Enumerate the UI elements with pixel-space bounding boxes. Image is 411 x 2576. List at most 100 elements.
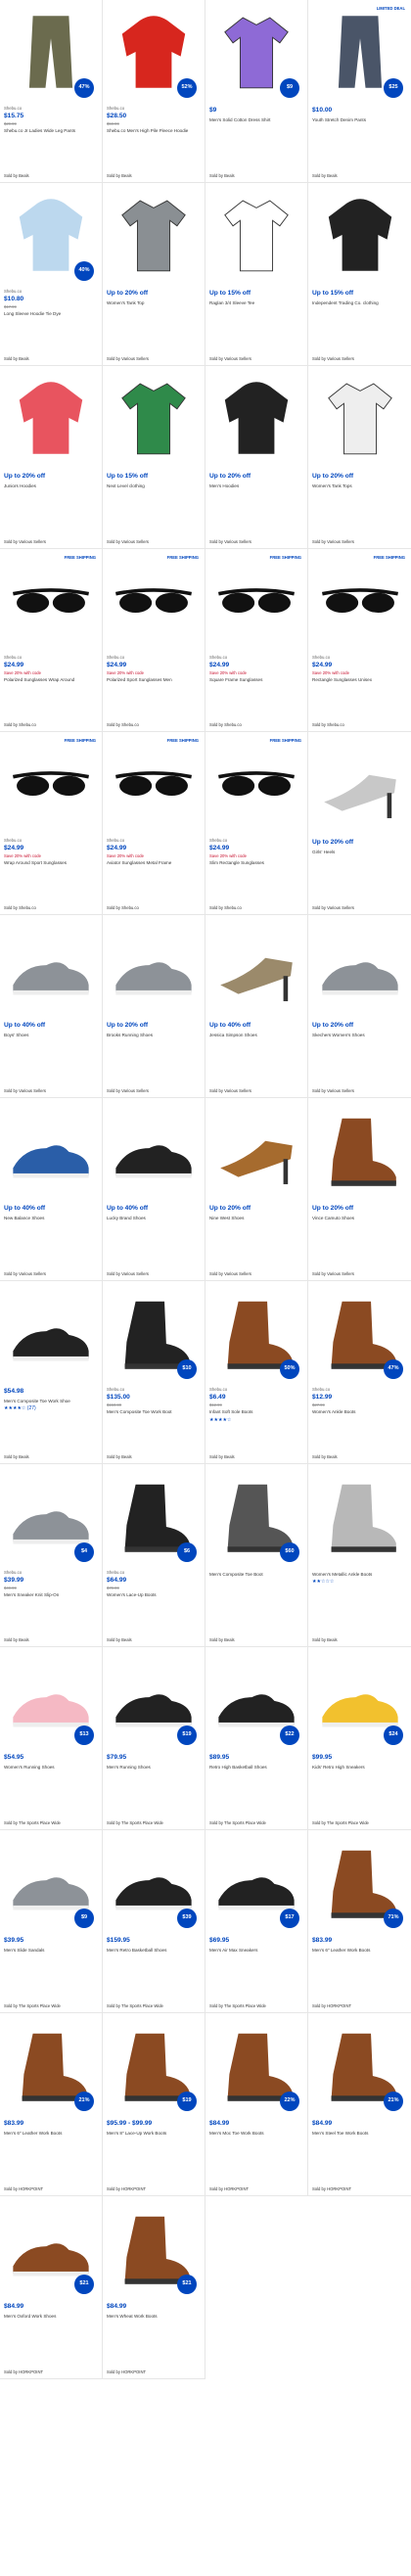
product-title[interactable]: Nine West Shoes [209, 1216, 303, 1221]
product-image[interactable]: 52% [107, 4, 201, 100]
product-image[interactable]: FREE SHIPPING [312, 553, 407, 649]
product-image[interactable]: $39 [107, 1834, 201, 1930]
product-title[interactable]: Men's Moc Toe Work Boots [209, 2131, 303, 2137]
product-image[interactable]: $17 [209, 1834, 303, 1930]
product-title[interactable]: Men's 6" Leather Work Boots [312, 1948, 407, 1954]
product-title[interactable]: Men's Retro Basketball Shoes [107, 1948, 201, 1954]
product-title[interactable]: Women's Tank Top [107, 300, 201, 306]
product-image[interactable] [312, 1102, 407, 1198]
product-card[interactable]: 22% $84.99 Men's Moc Toe Work Boots Sold… [206, 2013, 308, 2196]
product-card[interactable]: Up to 20% off Nine West Shoes Sold by Va… [206, 1098, 308, 1281]
product-title[interactable]: Men's Sneaker Knit Slip-On [4, 1592, 98, 1598]
product-card[interactable]: FREE SHIPPING Shebu.co $24.99 Save 20% w… [103, 732, 206, 915]
product-title[interactable]: Lucky Brand Shoes [107, 1216, 201, 1221]
product-card[interactable]: $10 Shebu.co $135.00 $159.99 Men's Compo… [103, 1281, 206, 1464]
product-title[interactable]: Shebu.co Men's High Pile Fleece Hoodie [107, 128, 201, 134]
product-image[interactable]: $13 [4, 1651, 98, 1747]
product-card[interactable]: Up to 20% off Men's Hoodies Sold by Vari… [206, 366, 308, 549]
product-card[interactable]: $25 LIMITED DEAL $10.00 Youth Stretch De… [308, 0, 411, 183]
product-card[interactable]: $22 $89.95 Retro High Basketball Shoes S… [206, 1647, 308, 1830]
product-image[interactable] [209, 919, 303, 1015]
product-image[interactable]: $24 [312, 1651, 407, 1747]
product-card[interactable]: $19 $79.95 Men's Running Shoes Sold by T… [103, 1647, 206, 1830]
product-card[interactable]: Up to 20% off Vince Camuto Shoes Sold by… [308, 1098, 411, 1281]
product-title[interactable]: Next Level clothing [107, 483, 201, 489]
product-card[interactable]: 21% $83.99 Men's 6" Leather Work Boots S… [0, 2013, 103, 2196]
product-image[interactable] [107, 370, 201, 466]
product-title[interactable]: Shebu.co Jr Ladies Wide Leg Pants [4, 128, 98, 134]
product-image[interactable]: $21 [4, 2200, 98, 2296]
product-title[interactable]: Skechers Women's Shoes [312, 1033, 407, 1038]
product-image[interactable] [107, 187, 201, 283]
product-card[interactable]: FREE SHIPPING Shebu.co $24.99 Save 20% w… [308, 549, 411, 732]
product-card[interactable]: 21% $84.99 Men's Steel Toe Work Boots So… [308, 2013, 411, 2196]
product-image[interactable] [209, 370, 303, 466]
product-title[interactable]: Wrap Around Sport Sunglasses [4, 860, 98, 866]
product-card[interactable]: Up to 15% off Independent Trading Co. cl… [308, 183, 411, 366]
product-title[interactable]: Women's Lace-Up Boots [107, 1592, 201, 1598]
product-title[interactable]: Infant Soft Sole Boots [209, 1409, 303, 1415]
product-image[interactable]: $19 [107, 1651, 201, 1747]
product-card[interactable]: 71% $83.99 Men's 6" Leather Work Boots S… [308, 1830, 411, 2013]
product-title[interactable]: Men's 8" Lace-Up Work Boots [107, 2131, 201, 2137]
product-image[interactable]: FREE SHIPPING [107, 736, 201, 832]
product-card[interactable]: Up to 15% off Next Level clothing Sold b… [103, 366, 206, 549]
product-card[interactable]: $17 $69.95 Men's Air Max Sneakers Sold b… [206, 1830, 308, 2013]
product-image[interactable]: $6 [107, 1468, 201, 1564]
product-title[interactable]: Men's Running Shoes [107, 1765, 201, 1771]
product-image[interactable]: $9 [209, 4, 303, 100]
product-image[interactable] [312, 370, 407, 466]
product-title[interactable]: Kids' Retro High Sneakers [312, 1765, 407, 1771]
product-card[interactable]: FREE SHIPPING Shebu.co $24.99 Save 20% w… [0, 732, 103, 915]
product-card[interactable]: 50% Shebu.co $6.49 $12.99 Infant Soft So… [206, 1281, 308, 1464]
product-title[interactable]: Raglan 3/4 Sleeve Tee [209, 300, 303, 306]
product-image[interactable] [209, 1102, 303, 1198]
product-title[interactable]: Women's Ankle Boots [312, 1409, 407, 1415]
product-title[interactable]: Polarized Sport Sunglasses Men [107, 677, 201, 683]
product-title[interactable]: Men's Solid Cotton Dress Shirt [209, 117, 303, 123]
product-title[interactable]: Men's Composite Toe Work Boot [107, 1409, 201, 1415]
product-title[interactable]: Men's Oxford Work Shoes [4, 2314, 98, 2320]
product-image[interactable] [4, 919, 98, 1015]
product-card[interactable]: 47% Shebu.co $12.99 $27.99 Women's Ankle… [308, 1281, 411, 1464]
product-title[interactable]: Women's Metallic Ankle Boots [312, 1572, 407, 1578]
product-title[interactable]: Men's Composite Toe Work Shoe [4, 1399, 98, 1404]
product-title[interactable]: Men's Slide Sandals [4, 1948, 98, 1954]
product-image[interactable]: $9 [4, 1834, 98, 1930]
product-title[interactable]: Men's Composite Toe Boot [209, 1572, 303, 1578]
product-card[interactable]: Up to 40% off Jessica Simpson Shoes Sold… [206, 915, 308, 1098]
product-card[interactable]: FREE SHIPPING Shebu.co $24.99 Save 20% w… [103, 549, 206, 732]
product-title[interactable]: Women's Tank Tops [312, 483, 407, 489]
product-image[interactable]: $19 [107, 2017, 201, 2113]
product-image[interactable]: 71% [312, 1834, 407, 1930]
product-title[interactable]: Retro High Basketball Shoes [209, 1765, 303, 1771]
product-card[interactable]: FREE SHIPPING Shebu.co $24.99 Save 20% w… [206, 732, 308, 915]
product-title[interactable]: Women's Running Shoes [4, 1765, 98, 1771]
product-card[interactable]: $6 Shebu.co $64.99 $79.99 Women's Lace-U… [103, 1464, 206, 1647]
product-title[interactable]: Men's Steel Toe Work Boots [312, 2131, 407, 2137]
product-image[interactable] [312, 1468, 407, 1564]
product-title[interactable]: Vince Camuto Shoes [312, 1216, 407, 1221]
product-image[interactable]: $22 [209, 1651, 303, 1747]
product-card[interactable]: $21 $84.99 Men's Oxford Work Shoes Sold … [0, 2196, 103, 2379]
product-card[interactable]: $60 Men's Composite Toe Boot Sold by Bea… [206, 1464, 308, 1647]
product-card[interactable]: 52% Shebu.co $28.50 $59.99 Shebu.co Men'… [103, 0, 206, 183]
product-image[interactable]: 22% [209, 2017, 303, 2113]
product-image[interactable] [209, 187, 303, 283]
product-card[interactable]: $21 $84.99 Men's Wheat Work Boots Sold b… [103, 2196, 206, 2379]
product-card[interactable]: Up to 40% off Lucky Brand Shoes Sold by … [103, 1098, 206, 1281]
product-card[interactable]: $9 $39.95 Men's Slide Sandals Sold by Th… [0, 1830, 103, 2013]
product-card[interactable]: FREE SHIPPING Shebu.co $24.99 Save 20% w… [0, 549, 103, 732]
product-card[interactable]: $4 Shebu.co $39.99 $49.99 Men's Sneaker … [0, 1464, 103, 1647]
product-image[interactable] [312, 919, 407, 1015]
product-image[interactable]: FREE SHIPPING [4, 736, 98, 832]
product-image[interactable]: $10 [107, 1285, 201, 1381]
product-title[interactable]: Long Sleeve Hoodie Tie Dye [4, 311, 98, 317]
product-image[interactable]: $25 LIMITED DEAL [312, 4, 407, 100]
product-image[interactable]: $4 [4, 1468, 98, 1564]
product-card[interactable]: $24 $99.95 Kids' Retro High Sneakers Sol… [308, 1647, 411, 1830]
product-image[interactable] [107, 1102, 201, 1198]
product-card[interactable]: Up to 15% off Raglan 3/4 Sleeve Tee Sold… [206, 183, 308, 366]
product-card[interactable]: Up to 40% off New Balance Shoes Sold by … [0, 1098, 103, 1281]
product-card[interactable]: Up to 20% off Girls' Heels Sold by Vario… [308, 732, 411, 915]
